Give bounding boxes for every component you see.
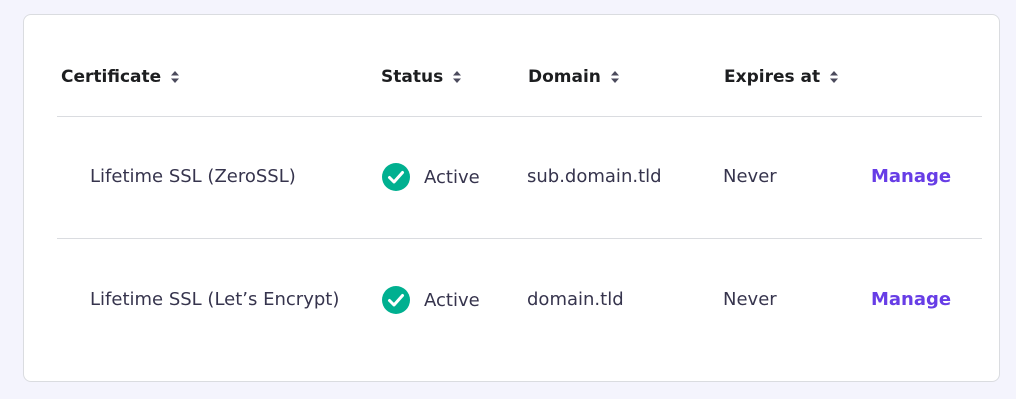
domain-value: sub.domain.tld — [527, 166, 662, 187]
check-circle-icon — [382, 286, 410, 314]
status-badge: Active — [382, 163, 480, 191]
domain-value: domain.tld — [527, 289, 624, 310]
table-header: Certificate Status Domain Expires at — [24, 15, 999, 117]
column-header-domain[interactable]: Domain — [528, 67, 620, 87]
table-row: Lifetime SSL (ZeroSSL) Active sub.domain… — [24, 147, 999, 207]
column-header-label: Domain — [528, 67, 601, 87]
sort-updown-icon[interactable] — [452, 70, 462, 84]
status-badge: Active — [382, 286, 480, 314]
certificate-name: Lifetime SSL (ZeroSSL) — [90, 166, 296, 187]
manage-button[interactable]: Manage — [871, 288, 951, 312]
column-header-label: Status — [381, 67, 444, 87]
manage-button[interactable]: Manage — [871, 165, 951, 189]
expires-value: Never — [723, 289, 777, 310]
expires-value: Never — [723, 166, 777, 187]
column-header-expires-at[interactable]: Expires at — [724, 67, 839, 87]
certificate-name: Lifetime SSL (Let’s Encrypt) — [90, 289, 340, 310]
table-row: Lifetime SSL (Let’s Encrypt) Active doma… — [24, 270, 999, 330]
sort-updown-icon[interactable] — [170, 70, 180, 84]
column-header-label: Expires at — [724, 67, 821, 87]
status-label: Active — [424, 290, 480, 311]
column-header-label: Certificate — [61, 67, 162, 87]
sort-updown-icon[interactable] — [829, 70, 839, 84]
column-header-certificate[interactable]: Certificate — [61, 67, 180, 87]
sort-updown-icon[interactable] — [610, 70, 620, 84]
ssl-certificates-card: Certificate Status Domain Expires at Lif — [23, 14, 1000, 382]
check-circle-icon — [382, 163, 410, 191]
status-label: Active — [424, 167, 480, 188]
column-header-status[interactable]: Status — [381, 67, 462, 87]
row-divider — [57, 238, 982, 239]
row-divider — [57, 116, 982, 117]
